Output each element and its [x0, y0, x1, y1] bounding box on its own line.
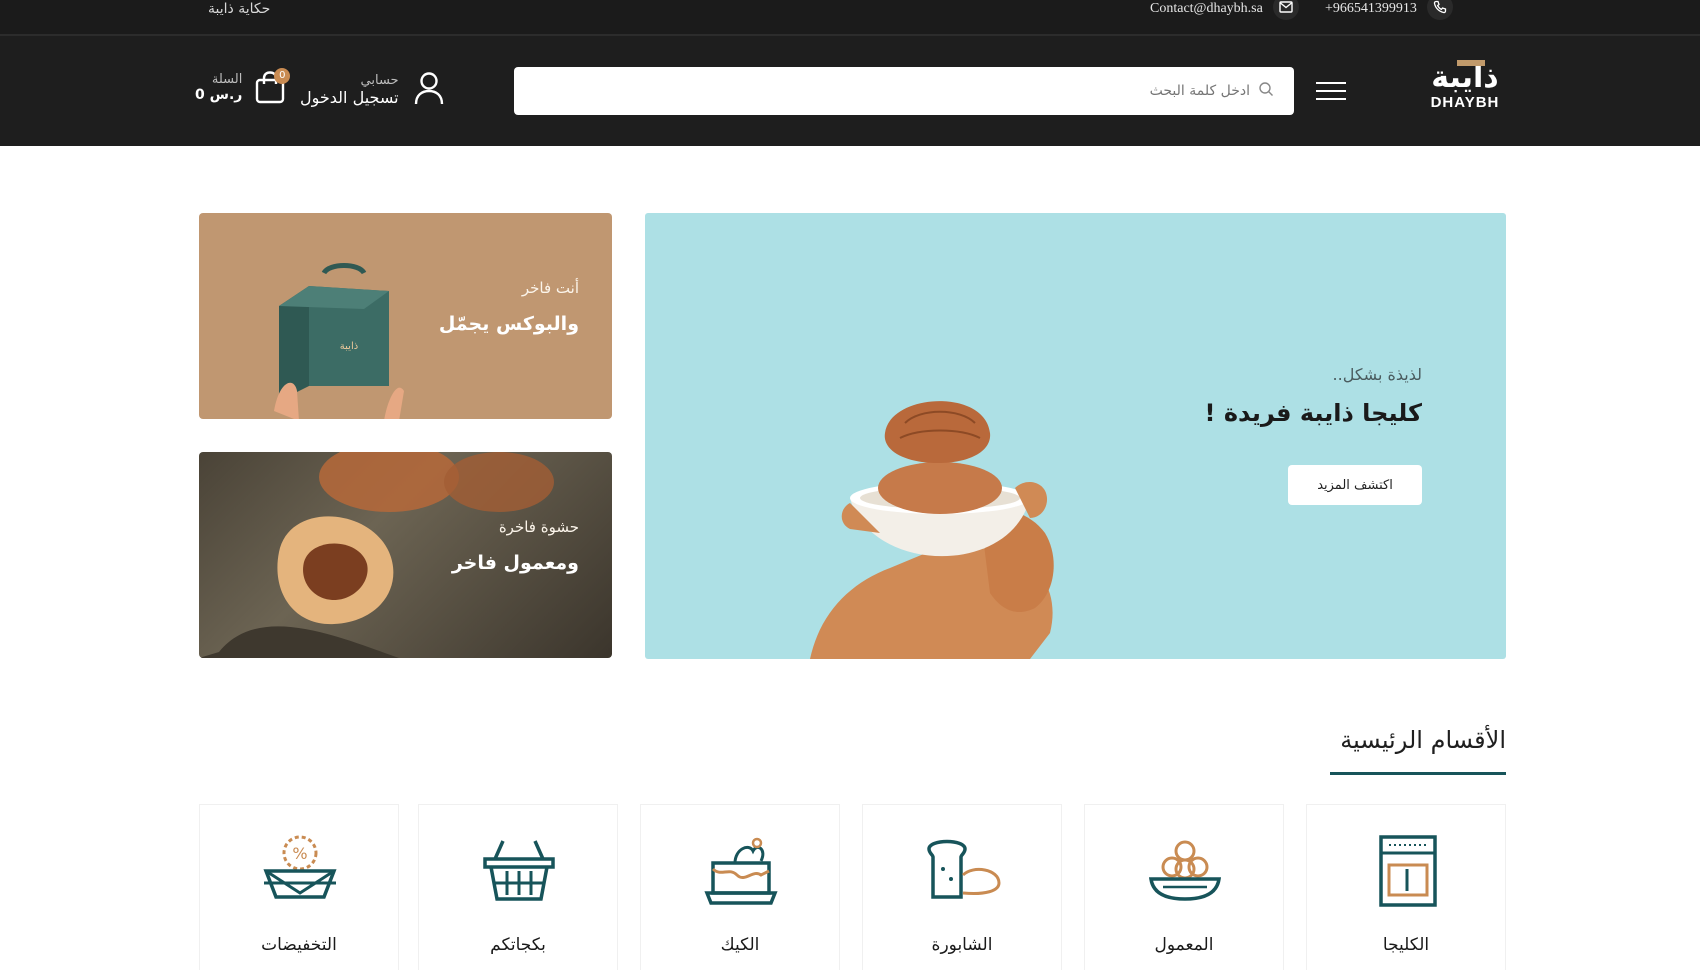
maamoul-icon	[1148, 840, 1222, 901]
kleija-icon	[1379, 835, 1437, 907]
promo-box-subtitle: أنت فاخر	[521, 279, 579, 297]
gift-box-image: ذايبة	[274, 263, 404, 419]
cart-widget[interactable]: السلة 0 ر.س 0	[195, 68, 291, 104]
main-header: ذايبة DHAYBH حسابي تسجيل الدخول السلة 0 …	[0, 36, 1700, 146]
category-maamoul[interactable]: المعمول	[1084, 804, 1284, 970]
phone-text[interactable]: +966541399913	[1325, 1, 1417, 17]
phone-contact[interactable]: +966541399913	[1325, 0, 1453, 20]
category-label: الشابورة	[931, 935, 993, 955]
user-icon[interactable]	[413, 70, 445, 110]
hand-holding-kleija-image	[810, 401, 1054, 659]
top-bar: حكاية ذايبة Contact@dhaybh.sa +966541399…	[0, 0, 1700, 36]
promo-maamoul-subtitle: حشوة فاخرة	[498, 518, 579, 536]
promo-box-card[interactable]: ذايبة أنت فاخر والبوكس يجمّل	[199, 213, 612, 419]
category-kleija[interactable]: الكليجا	[1306, 804, 1506, 970]
hamburger-menu-icon[interactable]	[1316, 82, 1346, 102]
search-input[interactable]	[514, 67, 1258, 115]
basket-icon	[483, 840, 555, 901]
shopping-bag-icon[interactable]: 0	[254, 68, 291, 104]
cake-icon	[704, 837, 778, 905]
search-bar	[514, 67, 1294, 115]
mail-icon	[1272, 0, 1299, 20]
promo-maamoul-card[interactable]: حشوة فاخرة ومعمول فاخر	[199, 452, 612, 658]
login-link[interactable]: تسجيل الدخول	[300, 88, 399, 107]
category-packages[interactable]: بكجاتكم	[418, 804, 618, 970]
shaboura-icon	[927, 839, 1001, 899]
cart-count-badge: 0	[274, 68, 291, 84]
logo-latin: DHAYBH	[1430, 94, 1500, 111]
svg-text:%: %	[292, 844, 307, 863]
categories-grid: الكليجا المعمول الشابورة الكيك بكجاتكم %…	[199, 804, 1506, 970]
promo-box-heading: والبوكس يجمّل	[438, 313, 579, 335]
hero-banner: لذيذة بشكل.. كليجا ذايبة فريدة ! اكتشف ا…	[645, 213, 1506, 659]
category-discounts[interactable]: % التخفيضات	[199, 804, 399, 970]
hero-pretitle: لذيذة بشكل..	[1332, 365, 1422, 384]
cart-total: 0 ر.س	[195, 86, 243, 103]
category-label: التخفيضات	[261, 935, 337, 955]
category-shaboura[interactable]: الشابورة	[862, 804, 1062, 970]
cart-label: السلة	[211, 71, 243, 87]
category-label: المعمول	[1154, 935, 1214, 955]
account-link[interactable]: حسابي تسجيل الدخول	[300, 70, 445, 110]
discover-more-button[interactable]: اكتشف المزيد	[1288, 465, 1422, 505]
email-contact[interactable]: Contact@dhaybh.sa	[1150, 0, 1299, 20]
search-icon[interactable]	[1258, 81, 1274, 101]
section-title-underline	[1330, 772, 1506, 775]
promo-maamoul-heading: ومعمول فاخر	[451, 552, 579, 574]
hero-title: كليجا ذايبة فريدة !	[1204, 399, 1422, 427]
logo-arabic: ذايبة	[1431, 60, 1499, 95]
account-label: حسابي	[360, 73, 399, 88]
email-text[interactable]: Contact@dhaybh.sa	[1150, 1, 1263, 17]
category-label: الكليجا	[1382, 935, 1430, 955]
category-label: الكيك	[720, 935, 760, 955]
discount-icon: %	[263, 835, 337, 899]
site-logo[interactable]: ذايبة DHAYBH	[1425, 60, 1505, 111]
section-title: الأقسام الرئيسية	[1340, 726, 1506, 754]
category-cake[interactable]: الكيك	[640, 804, 840, 970]
story-link[interactable]: حكاية ذايبة	[208, 0, 270, 18]
svg-text:ذايبة: ذايبة	[340, 341, 358, 352]
phone-icon	[1426, 0, 1453, 20]
category-label: بكجاتكم	[490, 935, 546, 955]
